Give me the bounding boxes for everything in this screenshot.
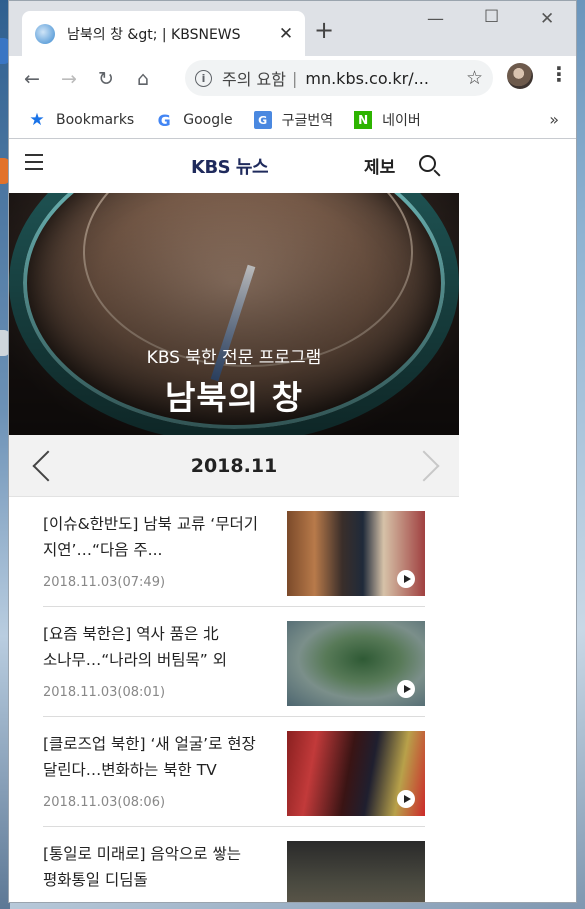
toolbar: ← → ↻ ⌂ i 주의 요함 | mn.kbs.co.kr/... ☆ ⋮ [9, 56, 576, 102]
home-icon[interactable]: ⌂ [128, 64, 158, 94]
translate-icon: G [253, 111, 272, 129]
close-window-icon[interactable]: ✕ [540, 9, 554, 29]
security-warning: 주의 요함 [222, 70, 286, 89]
title-bar: 남북의 창 &gt; | KBSNEWS ✕ + — ☐ ✕ [9, 1, 576, 56]
logo-brand: KBS [191, 157, 231, 178]
news-item[interactable]: [요즘 북한은] 역사 품은 北 소나무…“나라의 버팀목” 외 2018.11… [43, 607, 425, 717]
play-icon[interactable] [397, 790, 415, 808]
kbs-news-logo[interactable]: KBS 뉴스 [191, 153, 269, 179]
news-title[interactable]: [클로즈업 북한] ‘새 얼굴’로 현장 달린다…변화하는 북한 TV [43, 731, 277, 785]
url-text[interactable]: mn.kbs.co.kr/... [305, 69, 460, 88]
bookmark-label: Google [183, 112, 233, 128]
forward-arrow-icon[interactable]: → [54, 64, 84, 94]
tab-title: 남북의 창 &gt; | KBSNEWS [67, 26, 241, 43]
news-title[interactable]: [요즘 북한은] 역사 품은 北 소나무…“나라의 버팀목” 외 [43, 621, 277, 675]
active-tab[interactable]: 남북의 창 &gt; | KBSNEWS ✕ [22, 11, 305, 56]
omnibox-separator: | [291, 68, 298, 88]
maximize-icon[interactable]: ☐ [484, 7, 499, 27]
star-icon: ★ [29, 110, 45, 130]
news-date: 2018.11.03(08:06) [43, 795, 166, 810]
bookmark-star-icon[interactable]: ☆ [466, 67, 483, 89]
site-header: KBS 뉴스 제보 [9, 139, 459, 193]
play-icon[interactable] [397, 570, 415, 588]
bookmarks-overflow-icon[interactable]: » [549, 110, 559, 129]
reload-icon[interactable]: ↻ [91, 64, 121, 94]
news-thumbnail[interactable] [287, 621, 425, 706]
news-thumbnail[interactable] [287, 731, 425, 816]
profile-avatar[interactable] [507, 63, 533, 89]
minimize-icon[interactable]: — [427, 9, 444, 29]
bookmarks-bar: ★ Bookmarks G Google G 구글번역 N 네이버 » [9, 102, 576, 138]
next-month-icon[interactable] [419, 450, 441, 480]
back-arrow-icon[interactable]: ← [17, 64, 47, 94]
bookmark-bookmarks[interactable]: ★ Bookmarks [28, 110, 135, 130]
browser-window: 남북의 창 &gt; | KBSNEWS ✕ + — ☐ ✕ ← → ↻ ⌂ i… [8, 0, 577, 903]
month-navigator: 2018.11 [9, 435, 459, 497]
news-date: 2018.11.03(08:01) [43, 685, 166, 700]
news-title[interactable]: [이슈&한반도] 남북 교류 ‘무더기 지연’…“다음 주... [43, 511, 277, 565]
new-tab-icon[interactable]: + [314, 18, 334, 42]
bookmark-label: 구글번역 [281, 113, 334, 129]
news-date: 2018.11.03(07:49) [43, 575, 166, 590]
page-viewport: KBS 뉴스 제보 KBS 북한 전문 프로그램 남북의 창 2018.11 [… [9, 139, 576, 902]
address-bar[interactable]: i 주의 요함 | mn.kbs.co.kr/... ☆ [185, 60, 493, 96]
program-hero-banner: KBS 북한 전문 프로그램 남북의 창 [9, 193, 459, 435]
bookmark-label: 네이버 [382, 113, 421, 129]
play-icon[interactable] [397, 680, 415, 698]
news-item[interactable]: [이슈&한반도] 남북 교류 ‘무더기 지연’…“다음 주... 2018.11… [43, 497, 425, 607]
bookmark-translate[interactable]: G 구글번역 [253, 110, 334, 130]
month-label: 2018.11 [190, 455, 278, 477]
kbs-favicon-icon [35, 23, 55, 44]
close-tab-icon[interactable]: ✕ [277, 24, 295, 44]
news-thumbnail[interactable] [287, 511, 425, 596]
search-icon[interactable] [419, 155, 436, 172]
report-link[interactable]: 제보 [364, 153, 395, 178]
info-icon[interactable]: i [195, 69, 212, 87]
hero-subtitle: KBS 북한 전문 프로그램 [146, 348, 322, 368]
bookmark-label: Bookmarks [56, 112, 135, 128]
google-icon: G [157, 110, 171, 130]
news-title[interactable]: [통일로 미래로] 음악으로 쌓는 평화통일 디딤돌 [43, 841, 277, 895]
bookmark-naver[interactable]: N 네이버 [354, 110, 421, 130]
more-menu-icon[interactable]: ⋮ [549, 64, 569, 84]
logo-suffix: 뉴스 [235, 157, 269, 178]
bookmark-google[interactable]: G Google [155, 110, 233, 130]
hero-title: 남북의 창 [165, 378, 303, 417]
naver-icon: N [354, 111, 373, 129]
news-list: [이슈&한반도] 남북 교류 ‘무더기 지연’…“다음 주... 2018.11… [9, 497, 459, 902]
news-item[interactable]: [통일로 미래로] 음악으로 쌓는 평화통일 디딤돌 [43, 827, 425, 902]
hamburger-menu-icon[interactable] [25, 154, 43, 170]
page-margin [459, 139, 576, 902]
news-thumbnail[interactable] [287, 841, 425, 902]
mobile-page: KBS 뉴스 제보 KBS 북한 전문 프로그램 남북의 창 2018.11 [… [9, 139, 459, 902]
news-item[interactable]: [클로즈업 북한] ‘새 얼굴’로 현장 달린다…변화하는 북한 TV 2018… [43, 717, 425, 827]
